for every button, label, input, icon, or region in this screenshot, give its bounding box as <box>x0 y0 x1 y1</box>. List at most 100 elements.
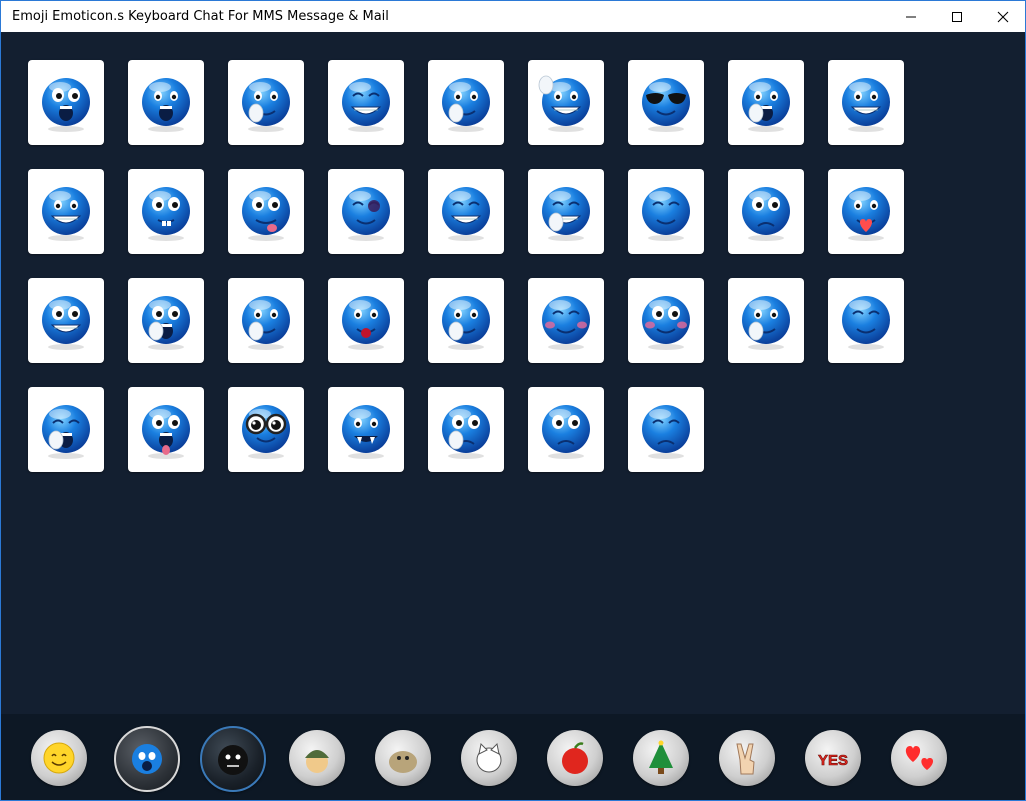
emoticon-tile-vampire[interactable] <box>328 387 404 472</box>
emoticon-tile-annoyed[interactable] <box>628 169 704 254</box>
heart-in-mouth-emoticon-icon <box>842 186 890 241</box>
emoticon-tile-buck-teeth[interactable] <box>128 169 204 254</box>
close-icon <box>997 11 1009 22</box>
emoticon-tile-screaming[interactable] <box>128 60 204 145</box>
yes-text-icon: YES <box>818 752 849 770</box>
emoticon-tile-tongue-out-shocked[interactable] <box>128 387 204 472</box>
emoticon-tile-teeth-grin[interactable] <box>428 169 504 254</box>
hands-over-mouth-emoticon-icon <box>442 295 490 350</box>
emoticon-tile-confused[interactable] <box>428 387 504 472</box>
cat-icon <box>476 742 502 773</box>
category-button-cat[interactable] <box>461 730 517 786</box>
emoticon-tile-frightened[interactable] <box>128 278 204 363</box>
emoticon-tile-blushing-sparkle[interactable] <box>628 278 704 363</box>
emoticon-tile-waving-grin[interactable] <box>528 60 604 145</box>
sad-emoticon-icon <box>642 404 690 459</box>
emoticon-tile-shush[interactable] <box>428 60 504 145</box>
black-emoticon-icon <box>218 745 248 775</box>
yawning-emoticon-icon <box>42 404 90 459</box>
waving-grin-emoticon-icon <box>538 75 590 132</box>
window-title: Emoji Emoticon.s Keyboard Chat For MMS M… <box>12 9 389 24</box>
soldier-icon <box>305 750 329 773</box>
angry-grin-emoticon-icon <box>42 186 90 241</box>
worried-emoticon-icon <box>742 186 790 241</box>
emoticon-tile-sad[interactable] <box>628 387 704 472</box>
big-glasses-emoticon-icon <box>242 404 290 459</box>
emoticon-tile-black-eye[interactable] <box>328 169 404 254</box>
emoticon-tile-blushing[interactable] <box>528 278 604 363</box>
minimize-icon <box>906 16 916 17</box>
emoticon-tile-rose-in-mouth[interactable] <box>328 278 404 363</box>
shocked-emoticon-icon <box>42 77 90 132</box>
hug-emoticon-icon <box>542 186 590 241</box>
sunglasses-emoticon-icon <box>642 77 690 132</box>
grimace-emoticon-icon <box>842 77 890 132</box>
black-eye-emoticon-icon <box>342 186 390 241</box>
buck-teeth-emoticon-icon <box>142 186 190 241</box>
emoticon-tile-praying[interactable] <box>228 278 304 363</box>
emoticon-tile-grimace[interactable] <box>828 60 904 145</box>
apple-icon <box>562 742 588 774</box>
emoticon-grid <box>1 32 1025 714</box>
emoticon-tile-puppy-eyes[interactable] <box>528 387 604 472</box>
hearts-icon <box>905 746 934 770</box>
blushing-sparkle-emoticon-icon <box>642 295 690 350</box>
emoticon-tile-sunglasses[interactable] <box>628 60 704 145</box>
emoticon-tile-hug[interactable] <box>528 169 604 254</box>
emoticon-tile-hands-on-face[interactable] <box>728 278 804 363</box>
emoticon-tile-tongue-out-pull[interactable] <box>228 169 304 254</box>
emoticon-tile-hands-over-mouth[interactable] <box>428 278 504 363</box>
category-button-christmas-tree[interactable] <box>633 730 689 786</box>
frightened-emoticon-icon <box>142 295 190 350</box>
category-button-black-emoticon[interactable] <box>200 726 266 792</box>
app-window: Emoji Emoticon.s Keyboard Chat For MMS M… <box>0 0 1026 801</box>
christmas-tree-icon <box>649 740 673 774</box>
vampire-emoticon-icon <box>342 404 390 459</box>
blue-emoticon-icon <box>132 744 162 774</box>
big-grin-emoticon-icon <box>342 77 390 132</box>
puppy-eyes-emoticon-icon <box>542 404 590 459</box>
emoticon-tile-hand-wave-face[interactable] <box>228 60 304 145</box>
minimize-button[interactable] <box>888 1 934 32</box>
title-bar[interactable]: Emoji Emoticon.s Keyboard Chat For MMS M… <box>1 1 1025 32</box>
praying-emoticon-icon <box>242 295 290 350</box>
emoticon-tile-shocked[interactable] <box>28 60 104 145</box>
category-button-yes-text[interactable]: YES <box>805 730 861 786</box>
category-bar: YES <box>1 714 1025 800</box>
peace-hand-icon <box>736 743 755 775</box>
annoyed-emoticon-icon <box>642 186 690 241</box>
emoticon-tile-big-grin[interactable] <box>328 60 404 145</box>
confused-emoticon-icon <box>442 404 490 459</box>
category-button-apple[interactable] <box>547 730 603 786</box>
emoticon-tile-yawning[interactable] <box>28 387 104 472</box>
emoticon-tile-worried[interactable] <box>728 169 804 254</box>
yellow-smiley-icon <box>43 742 75 774</box>
maximize-button[interactable] <box>934 1 980 32</box>
emoticon-tile-smirk[interactable] <box>828 278 904 363</box>
crying-scream-emoticon-icon <box>742 77 790 132</box>
maximize-icon <box>952 11 962 22</box>
smirk-emoticon-icon <box>842 295 890 350</box>
hand-wave-face-emoticon-icon <box>242 77 290 132</box>
screaming-emoticon-icon <box>142 77 190 132</box>
rose-in-mouth-emoticon-icon <box>342 295 390 350</box>
emoticon-tile-nervous[interactable] <box>28 278 104 363</box>
hands-on-face-emoticon-icon <box>742 295 790 350</box>
category-button-hearts[interactable] <box>891 730 947 786</box>
emoticon-tile-crying-scream[interactable] <box>728 60 804 145</box>
yes-label: YES <box>818 752 848 769</box>
shush-emoticon-icon <box>442 77 490 132</box>
tongue-out-pull-emoticon-icon <box>242 186 290 241</box>
emoticon-tile-big-glasses[interactable] <box>228 387 304 472</box>
teeth-grin-emoticon-icon <box>442 186 490 241</box>
category-button-yellow-smiley[interactable] <box>31 730 87 786</box>
emoticon-tile-angry-grin[interactable] <box>28 169 104 254</box>
category-button-sack-creature[interactable] <box>375 730 431 786</box>
blushing-emoticon-icon <box>542 295 590 350</box>
emoticon-tile-heart-in-mouth[interactable] <box>828 169 904 254</box>
category-button-soldier[interactable] <box>289 730 345 786</box>
category-button-blue-emoticon[interactable] <box>114 726 180 792</box>
tongue-out-shocked-emoticon-icon <box>142 404 190 459</box>
category-button-peace-hand[interactable] <box>719 730 775 786</box>
close-button[interactable] <box>980 1 1025 32</box>
